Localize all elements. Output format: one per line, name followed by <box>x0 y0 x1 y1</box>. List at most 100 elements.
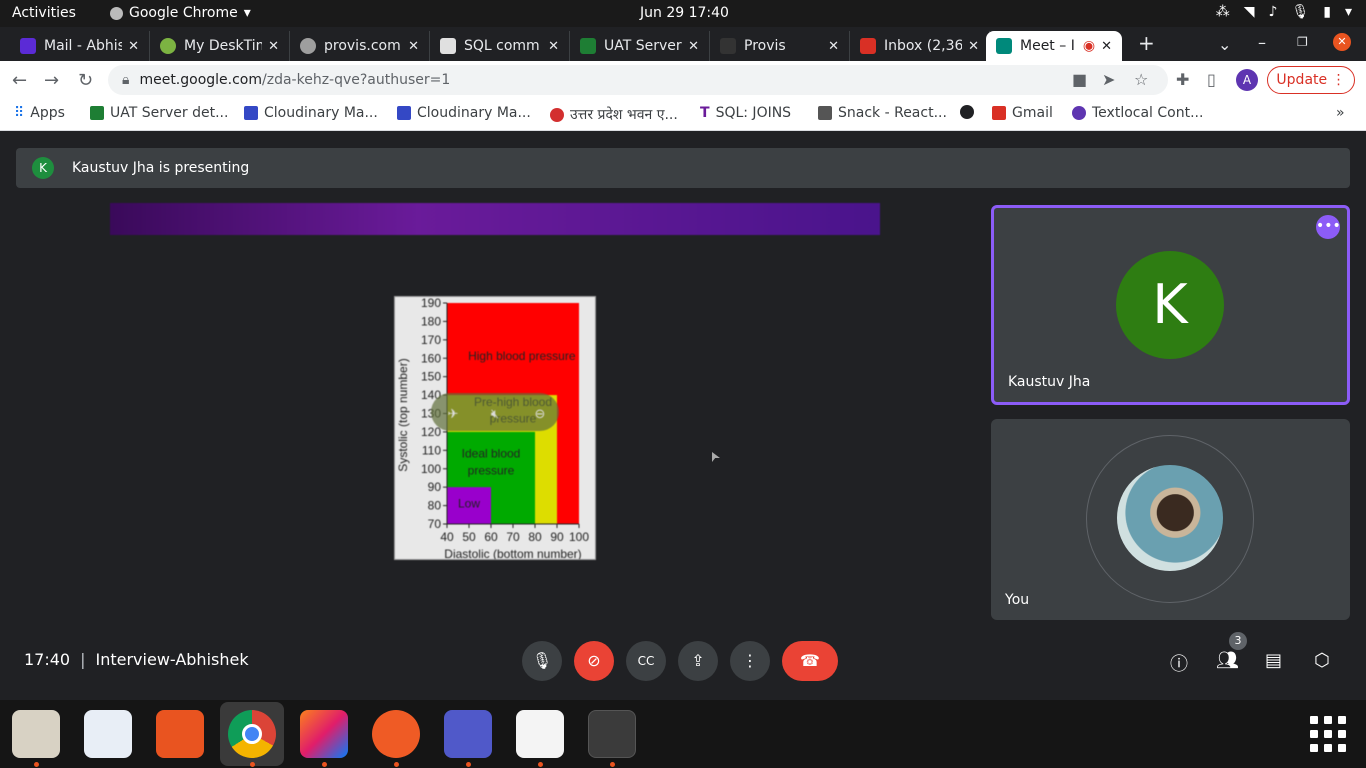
sql-site-icon <box>440 38 456 54</box>
close-tab-icon[interactable]: ✕ <box>408 39 419 54</box>
camera-indicator-icon[interactable]: ■ <box>1072 70 1087 89</box>
meet-icon <box>996 38 1012 54</box>
tab-search-icon[interactable]: ⌄ <box>1218 35 1231 54</box>
presenter-avatar: K <box>32 157 54 179</box>
tab-desktime[interactable]: My DeskTim ✕ <box>150 31 290 61</box>
present-button[interactable]: ⇪ <box>678 641 718 681</box>
tab-provis-com[interactable]: provis.com ✕ <box>290 31 430 61</box>
close-tab-icon[interactable]: ✕ <box>968 39 979 54</box>
text-editor-icon[interactable] <box>516 710 564 758</box>
camera-off-button[interactable]: ⊘ <box>574 641 614 681</box>
send-icon[interactable]: ➤ <box>1102 70 1115 89</box>
bookmark-cloudinary-1[interactable]: Cloudinary Ma... <box>244 105 378 121</box>
profile-avatar[interactable]: A <box>1236 69 1258 91</box>
intellij-icon[interactable] <box>300 710 348 758</box>
restore-icon[interactable]: ❐ <box>1297 35 1308 49</box>
minimize-icon[interactable]: – <box>1258 33 1266 52</box>
bookmark-cloudinary-2[interactable]: Cloudinary Ma... <box>397 105 531 121</box>
close-tab-icon[interactable]: ✕ <box>268 39 279 54</box>
teams-icon[interactable] <box>444 710 492 758</box>
new-tab-button[interactable]: + <box>1138 31 1155 55</box>
apps-grid-icon: ⠿ <box>14 105 25 121</box>
terminal-icon[interactable] <box>588 710 636 758</box>
captions-button[interactable]: CC <box>626 641 666 681</box>
update-button[interactable]: Update ⋮ <box>1267 66 1355 94</box>
close-tab-icon[interactable]: ✕ <box>688 39 699 54</box>
bookmark-globe[interactable] <box>960 105 980 119</box>
more-bookmarks-icon[interactable]: » <box>1336 105 1345 121</box>
bookmark-label: Cloudinary Ma... <box>264 105 378 121</box>
address-bar[interactable]: 🔒︎ meet.google.com/zda-kehz-qve?authuser… <box>108 65 1168 95</box>
x-tick-label: 40 <box>440 530 454 544</box>
desktime-icon <box>160 38 176 54</box>
wifi-icon: ◥ <box>1243 4 1255 20</box>
tab-sql[interactable]: SQL comm ✕ <box>430 31 570 61</box>
activities-button[interactable]: Activities <box>12 5 76 21</box>
chart-svg: 70809010011012013014015016017018019040 50… <box>396 296 589 561</box>
region-label: Ideal blood <box>462 447 521 461</box>
microphone-icon: 🎙︎ <box>531 651 553 670</box>
update-label: Update <box>1276 72 1328 88</box>
microphone-icon: 🎙︎ <box>1291 4 1310 20</box>
system-tray[interactable]: ⁂ ◥ ♪ 🎙︎ ▮ ▾ <box>1216 4 1352 20</box>
reload-icon[interactable]: ↻ <box>78 70 93 91</box>
running-indicator <box>34 762 39 767</box>
microphone-button[interactable]: 🎙︎ <box>522 641 562 681</box>
participant-tile-kaustuv[interactable]: ••• K Kaustuv Jha <box>991 205 1350 405</box>
back-icon[interactable]: ← <box>12 70 27 91</box>
gmail-icon <box>992 106 1006 120</box>
close-window-icon[interactable]: ✕ <box>1333 33 1351 51</box>
bookmark-uat-server[interactable]: UAT Server det... <box>90 105 228 121</box>
running-indicator <box>466 762 471 767</box>
mute-icon: 🔇︎ <box>491 407 499 422</box>
bookmark-gmail[interactable]: Gmail <box>992 105 1053 121</box>
libreoffice-writer-icon[interactable] <box>84 710 132 758</box>
bookmark-snack[interactable]: Snack - React... <box>818 105 947 121</box>
meeting-details-icon[interactable]: ⓘ <box>1170 650 1188 676</box>
vertical-dots-icon: ⋮ <box>742 651 758 670</box>
side-panel-icon[interactable]: ▯ <box>1207 70 1216 89</box>
chat-icon[interactable]: ▤ <box>1265 650 1282 671</box>
chrome-icon <box>110 6 123 20</box>
tab-uat-server[interactable]: UAT Server ✕ <box>570 31 710 61</box>
more-options-icon[interactable]: ••• <box>1316 215 1341 239</box>
leave-call-button[interactable]: ☎︎ <box>782 641 838 681</box>
more-options-button[interactable]: ⋮ <box>730 641 770 681</box>
y-tick-label: 160 <box>421 351 441 365</box>
url-path: /zda-kehz-qve?authuser=1 <box>262 72 451 88</box>
extensions-icon[interactable]: ✚ <box>1176 70 1189 89</box>
bookmark-textlocal[interactable]: Textlocal Cont... <box>1072 105 1203 121</box>
files-icon[interactable] <box>12 710 60 758</box>
tab-gmail-inbox[interactable]: Inbox (2,36 ✕ <box>850 31 990 61</box>
postman-icon[interactable] <box>372 710 420 758</box>
globe-icon <box>300 38 316 54</box>
close-tab-icon[interactable]: ✕ <box>128 39 139 54</box>
bookmark-up-bhawan[interactable]: उत्तर प्रदेश भवन ए... <box>550 105 678 124</box>
tab-meet[interactable]: Meet – I ◉ ✕ <box>986 31 1122 61</box>
close-tab-icon[interactable]: ✕ <box>548 39 559 54</box>
tab-mail[interactable]: Mail - Abhis ✕ <box>10 31 150 61</box>
forward-icon[interactable]: → <box>44 70 59 91</box>
bookmark-label: UAT Server det... <box>110 105 229 121</box>
teams-tray-icon[interactable]: ⁂ <box>1216 4 1230 20</box>
bookmark-apps[interactable]: ⠿ Apps <box>14 105 65 121</box>
show-applications-icon[interactable] <box>1310 716 1346 752</box>
tab-provis[interactable]: Provis ✕ <box>710 31 850 61</box>
chrome-dock-icon[interactable] <box>220 702 284 766</box>
clock[interactable]: Jun 29 17:40 <box>640 5 729 21</box>
bookmark-star-icon[interactable]: ☆ <box>1134 70 1148 89</box>
software-center-icon[interactable] <box>156 710 204 758</box>
bookmark-label: Gmail <box>1012 105 1053 121</box>
app-menu[interactable]: Google Chrome ▾ <box>110 5 251 21</box>
close-tab-icon[interactable]: ✕ <box>1101 39 1112 54</box>
participant-tile-you[interactable]: You <box>991 419 1350 620</box>
activities-icon[interactable]: ⬡ <box>1314 650 1330 671</box>
gmail-icon <box>860 38 876 54</box>
running-indicator <box>250 762 255 767</box>
bookmark-sql-joins[interactable]: T SQL: JOINS <box>700 105 791 121</box>
present-screen-icon: ⇪ <box>691 651 705 670</box>
people-icon[interactable]: 👥︎ <box>1216 650 1239 671</box>
minimize-circle-icon: ⊖ <box>535 407 546 422</box>
caret-down-icon: ▾ <box>243 5 251 21</box>
close-tab-icon[interactable]: ✕ <box>828 39 839 54</box>
